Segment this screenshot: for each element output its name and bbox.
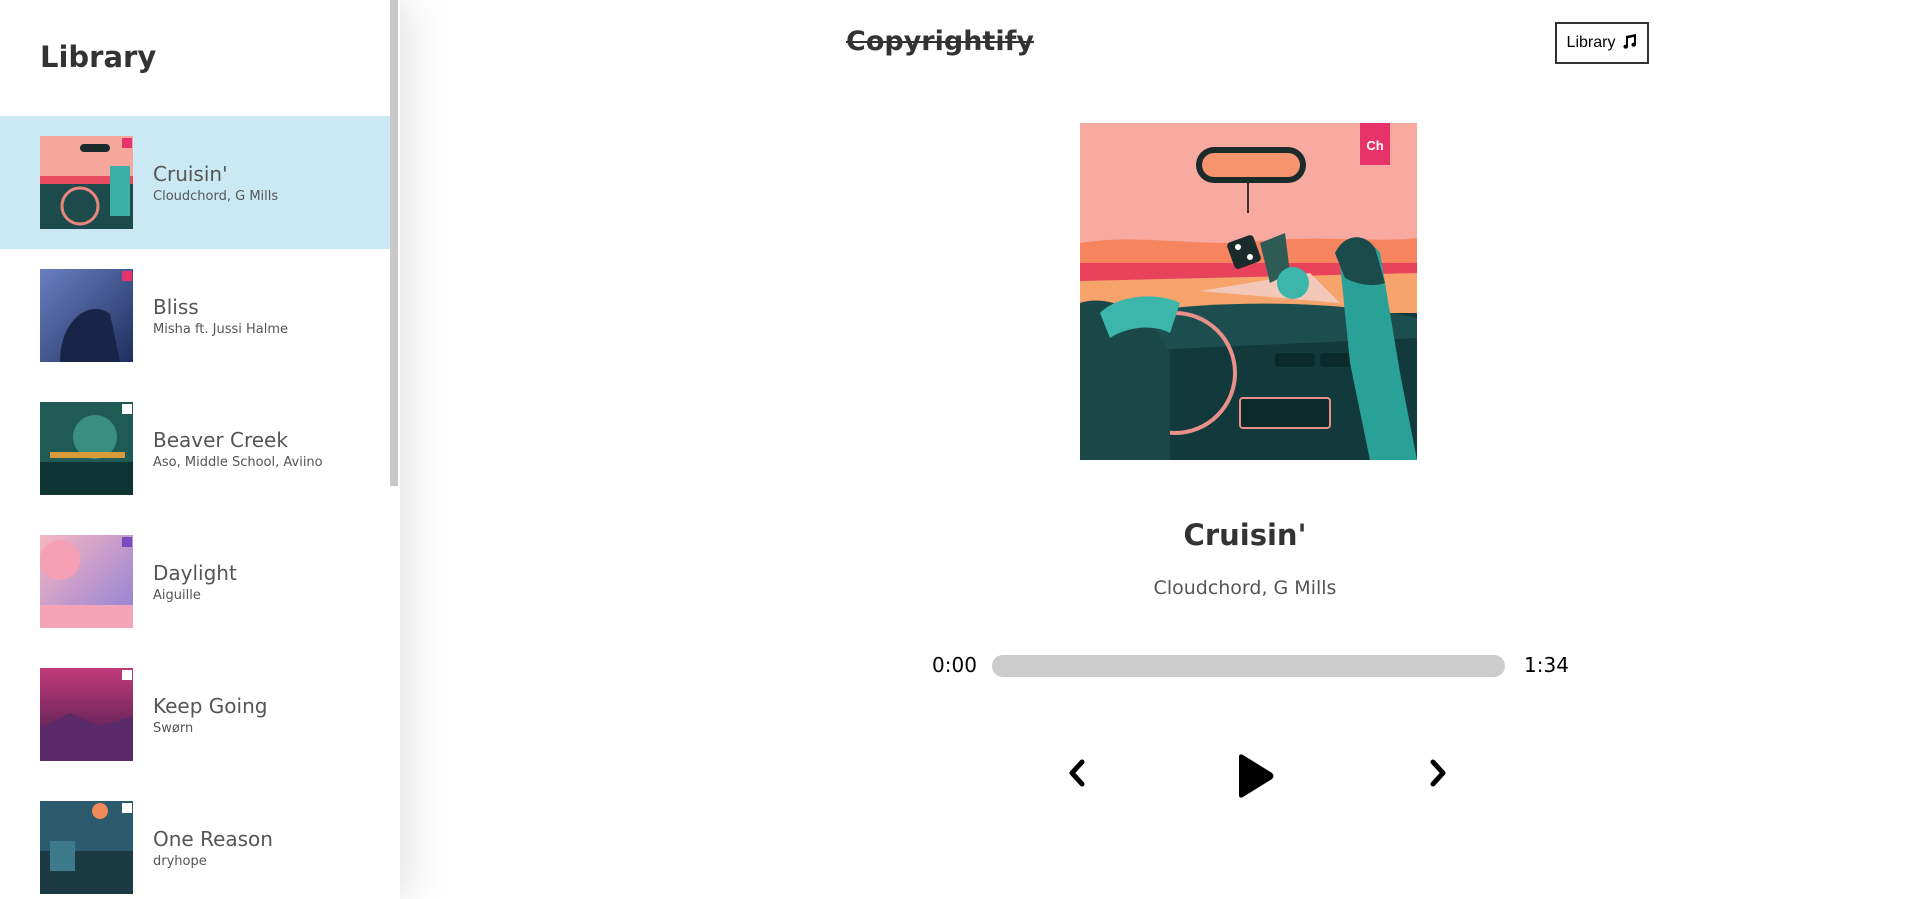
library-song-item[interactable]: One Reason dryhope — [0, 781, 390, 899]
song-cover — [40, 668, 133, 761]
song-title: Keep Going — [153, 694, 268, 718]
song-artist: Cloudchord, G Mills — [153, 189, 279, 204]
song-artist: Aiguille — [153, 588, 201, 603]
current-time: 0:00 — [932, 653, 977, 677]
library-song-item[interactable]: Beaver Creek Aso, Middle School, Aviino — [0, 382, 390, 515]
music-note-icon — [1621, 33, 1637, 54]
play-icon — [1235, 754, 1275, 803]
library-toggle-button[interactable]: Library — [1555, 22, 1649, 64]
song-cover — [40, 136, 133, 229]
brand-logo: Copyrightify — [846, 26, 1034, 57]
song-artist: dryhope — [153, 854, 207, 869]
library-button-label: Library — [1566, 34, 1616, 51]
svg-text:Ch: Ch — [1366, 138, 1383, 153]
song-title: Beaver Creek — [153, 428, 288, 452]
library-song-item[interactable]: Keep Going Swørn — [0, 648, 390, 781]
library-song-item[interactable]: Daylight Aiguille — [0, 515, 390, 648]
sidebar-scrollbar[interactable] — [390, 0, 398, 486]
song-artist: Aso, Middle School, Aviino — [153, 455, 323, 470]
song-cover — [40, 801, 133, 894]
library-sidebar: Library Cruisin' Cloudchord, G Mills Bli… — [0, 0, 400, 899]
song-cover — [40, 535, 133, 628]
library-song-item[interactable]: Cruisin' Cloudchord, G Mills — [0, 116, 390, 249]
album-art: Ch — [1080, 123, 1417, 460]
play-button[interactable] — [1235, 753, 1275, 804]
song-title: Cruisin' — [153, 162, 228, 186]
song-list: Cruisin' Cloudchord, G Mills Bliss Misha… — [0, 116, 390, 899]
library-song-item[interactable]: Bliss Misha ft. Jussi Halme — [0, 249, 390, 382]
previous-button[interactable] — [1067, 758, 1087, 793]
song-title: Bliss — [153, 295, 199, 319]
sidebar-title: Library — [40, 40, 157, 74]
next-button[interactable] — [1428, 758, 1448, 793]
song-cover — [40, 269, 133, 362]
chevron-right-icon — [1428, 759, 1448, 792]
progress-bar[interactable] — [992, 655, 1505, 677]
song-title: One Reason — [153, 827, 273, 851]
chevron-left-icon — [1067, 759, 1087, 792]
song-artist: Swørn — [153, 721, 194, 736]
song-artist: Misha ft. Jussi Halme — [153, 322, 289, 337]
total-time: 1:34 — [1524, 653, 1569, 677]
song-cover — [40, 402, 133, 495]
song-title: Daylight — [153, 561, 237, 585]
